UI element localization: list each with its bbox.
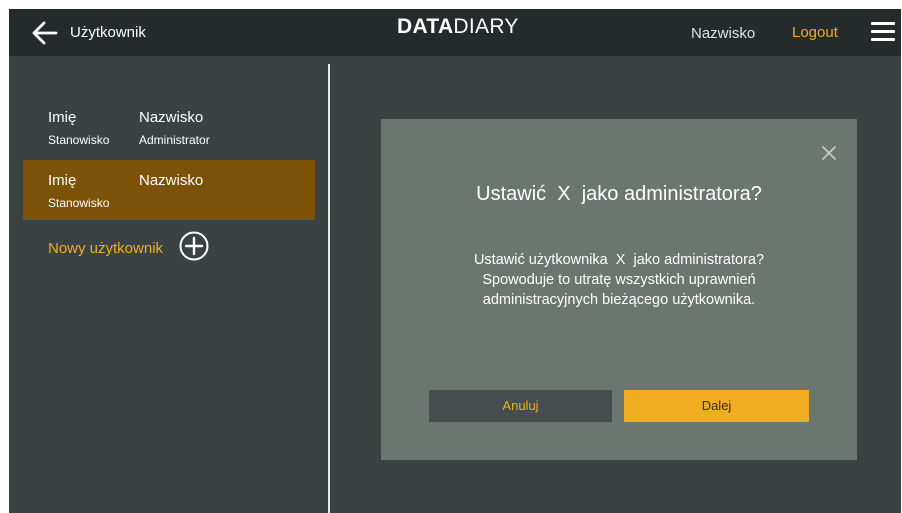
user-list-item-selected[interactable]: Imię Nazwisko Stanowisko xyxy=(23,160,315,220)
user-last-name: Nazwisko xyxy=(139,109,204,126)
user-last-name: Nazwisko xyxy=(139,172,204,189)
confirm-admin-dialog: Ustawić X jako administratora? Ustawić u… xyxy=(381,119,857,460)
top-bar: Użytkownik DATADIARY Nazwisko Logout xyxy=(9,9,901,56)
dialog-close-button[interactable] xyxy=(821,145,837,161)
menu-button[interactable] xyxy=(871,22,895,42)
user-position: Stanowisko xyxy=(48,196,110,210)
confirm-button[interactable]: Dalej xyxy=(624,390,809,422)
logo-light-text: DIARY xyxy=(453,15,519,38)
dialog-message-line: Spowoduje to utratę wszystkich uprawnień xyxy=(482,272,756,288)
user-first-name: Imię xyxy=(48,172,77,189)
dialog-message-line: Ustawić użytkownika X jako administrator… xyxy=(473,252,765,268)
plus-circle-icon xyxy=(179,231,209,261)
dialog-message-line: administracyjnych bieżącego użytkownika. xyxy=(482,292,756,308)
close-icon xyxy=(822,146,836,160)
arrow-left-icon xyxy=(32,21,58,45)
user-role-badge: Administrator xyxy=(139,133,210,147)
user-list-item[interactable]: Imię Nazwisko Stanowisko Administrator xyxy=(23,97,315,157)
app-logo: DATADIARY xyxy=(397,15,519,39)
dialog-title: Ustawić X jako administratora? xyxy=(476,183,762,205)
user-position: Stanowisko xyxy=(48,133,110,147)
dialog-message: Ustawić użytkownika X jako administrator… xyxy=(421,250,817,310)
add-user-label: Nowy użytkownik xyxy=(48,240,164,257)
user-first-name: Imię xyxy=(48,109,77,126)
app-window: Użytkownik DATADIARY Nazwisko Logout Imi… xyxy=(9,9,901,513)
logout-link[interactable]: Logout xyxy=(792,24,838,41)
back-button[interactable] xyxy=(31,20,59,46)
cancel-button[interactable]: Anuluj xyxy=(429,390,612,422)
page-title: Użytkownik xyxy=(70,24,146,41)
panel-divider xyxy=(328,64,330,513)
logo-bold-text: DATA xyxy=(397,15,454,38)
current-user-name: Nazwisko xyxy=(691,25,756,42)
